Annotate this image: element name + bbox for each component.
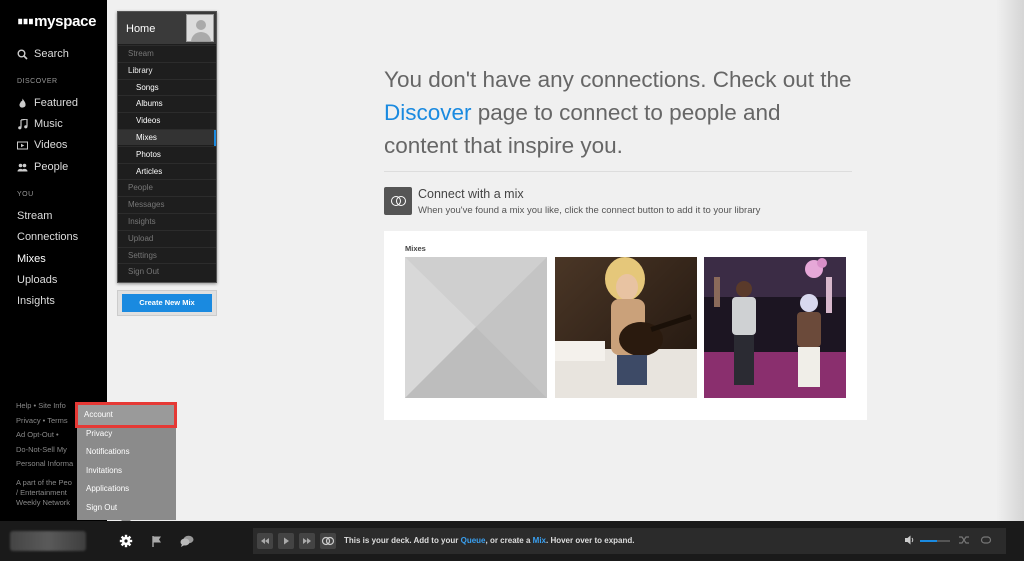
create-mix-container: Create New Mix (117, 290, 217, 316)
account-menu-item-sign-out[interactable]: Sign Out (77, 499, 176, 517)
home-panel-item-sign-out[interactable]: Sign Out (118, 263, 216, 279)
player-bar: This is your deck. Add to your Queue, or… (0, 521, 1024, 561)
play-icon[interactable] (278, 533, 294, 549)
deck-text-2: , or create a (485, 536, 533, 545)
myspace-logo[interactable]: ∎∎∎myspace (17, 13, 97, 30)
home-panel-item-videos[interactable]: Videos (118, 112, 216, 128)
empty-connections-message: You don't have any connections. Check ou… (384, 63, 854, 162)
music-note-icon (17, 117, 28, 130)
create-new-mix-button[interactable]: Create New Mix (122, 294, 212, 312)
account-menu-item-notifications[interactable]: Notifications (77, 443, 176, 461)
account-menu-item-privacy[interactable]: Privacy (77, 425, 176, 443)
volume-icon[interactable] (904, 534, 916, 549)
mixes-label: Mixes (405, 244, 426, 253)
home-panel-item-articles[interactable]: Articles (118, 162, 216, 179)
sidebar-item-label: People (34, 161, 69, 173)
sidebar-item-connections[interactable]: Connections (17, 231, 78, 243)
home-panel-item-albums[interactable]: Albums (118, 95, 216, 111)
sidebar-item-label: Featured (34, 97, 79, 109)
search-icon (17, 49, 28, 60)
home-dropdown-panel: Home Stream Library Songs Albums Videos Mixes… (117, 11, 217, 283)
mix-thumbnail-guitar-artist[interactable] (555, 257, 697, 398)
home-panel-title: Home (126, 23, 156, 35)
chat-icon[interactable] (180, 534, 194, 548)
sidebar-item-music[interactable]: Music (17, 117, 63, 130)
search-nav-item[interactable]: Search (17, 48, 69, 60)
deck-text-1: This is your deck. Add to your (344, 536, 461, 545)
deck-instructions: This is your deck. Add to your Queue, or… (344, 536, 634, 545)
message-part-1: You don't have any connections. Check ou… (384, 67, 852, 92)
deck-bar[interactable]: This is your deck. Add to your Queue, or… (253, 528, 1006, 554)
sidebar-item-mixes[interactable]: Mixes (17, 253, 46, 265)
mix-placeholder-thumbnail[interactable] (405, 257, 547, 398)
home-panel-item-songs[interactable]: Songs (118, 78, 216, 95)
avatar[interactable] (186, 14, 214, 42)
mixes-card: Mixes (384, 231, 867, 420)
discover-section-label: DISCOVER (17, 78, 58, 85)
right-edge-shade (996, 0, 1024, 521)
home-panel-header[interactable]: Home (118, 12, 216, 44)
volume-slider-fill (920, 540, 937, 542)
home-panel-item-messages[interactable]: Messages (118, 196, 216, 212)
divider (384, 171, 852, 172)
fast-forward-icon[interactable] (299, 533, 315, 549)
home-panel-item-settings[interactable]: Settings (118, 246, 216, 263)
mix-thumbnail-concert-performers[interactable] (704, 257, 846, 398)
volume-slider[interactable] (920, 540, 950, 542)
connect-ring-right (396, 196, 406, 206)
user-name-blurred[interactable] (10, 531, 86, 551)
flag-icon[interactable] (150, 534, 164, 548)
shuffle-icon[interactable] (958, 534, 970, 549)
home-panel-item-library[interactable]: Library (118, 61, 216, 78)
video-icon (17, 140, 28, 151)
repeat-icon[interactable] (980, 534, 992, 549)
sidebar-item-label: Music (34, 118, 63, 130)
rewind-icon[interactable] (257, 533, 273, 549)
connect-icon[interactable] (320, 533, 336, 549)
account-menu-item-applications[interactable]: Applications (77, 480, 176, 498)
discover-link[interactable]: Discover (384, 100, 472, 125)
home-panel-item-people[interactable]: People (118, 179, 216, 195)
you-section-label: YOU (17, 191, 34, 198)
search-label: Search (34, 48, 69, 60)
logo-dots: ∎∎∎ (17, 16, 34, 27)
home-panel-item-stream[interactable]: Stream (118, 45, 216, 61)
home-panel-item-photos[interactable]: Photos (118, 145, 216, 162)
sidebar-item-label: Videos (34, 139, 68, 151)
sidebar-item-people[interactable]: People (17, 161, 68, 173)
sidebar-item-uploads[interactable]: Uploads (17, 274, 57, 286)
account-menu-item-invitations[interactable]: Invitations (77, 462, 176, 480)
flame-icon (17, 98, 28, 109)
sidebar-item-videos[interactable]: Videos (17, 139, 67, 151)
connect-subtitle: When you've found a mix you like, click … (418, 205, 761, 216)
avatar-head (196, 20, 206, 30)
account-settings-menu: Account Privacy Notifications Invitations Ap… (75, 402, 177, 525)
home-panel-item-upload[interactable]: Upload (118, 229, 216, 246)
people-icon (17, 162, 28, 173)
deck-text-3: . Hover over to expand. (546, 536, 635, 545)
queue-link[interactable]: Queue (461, 536, 486, 545)
sidebar-item-stream[interactable]: Stream (17, 210, 52, 222)
connect-icon (384, 187, 412, 215)
home-panel-item-mixes[interactable]: Mixes (118, 129, 216, 146)
connect-title: Connect with a mix (418, 187, 524, 201)
sidebar-item-featured[interactable]: Featured (17, 97, 78, 109)
home-panel-item-insights[interactable]: Insights (118, 213, 216, 229)
logo-text: myspace (34, 13, 97, 30)
avatar-body (191, 32, 211, 41)
sidebar-item-insights[interactable]: Insights (17, 295, 55, 307)
gear-icon[interactable] (119, 534, 133, 548)
mix-link[interactable]: Mix (533, 536, 546, 545)
